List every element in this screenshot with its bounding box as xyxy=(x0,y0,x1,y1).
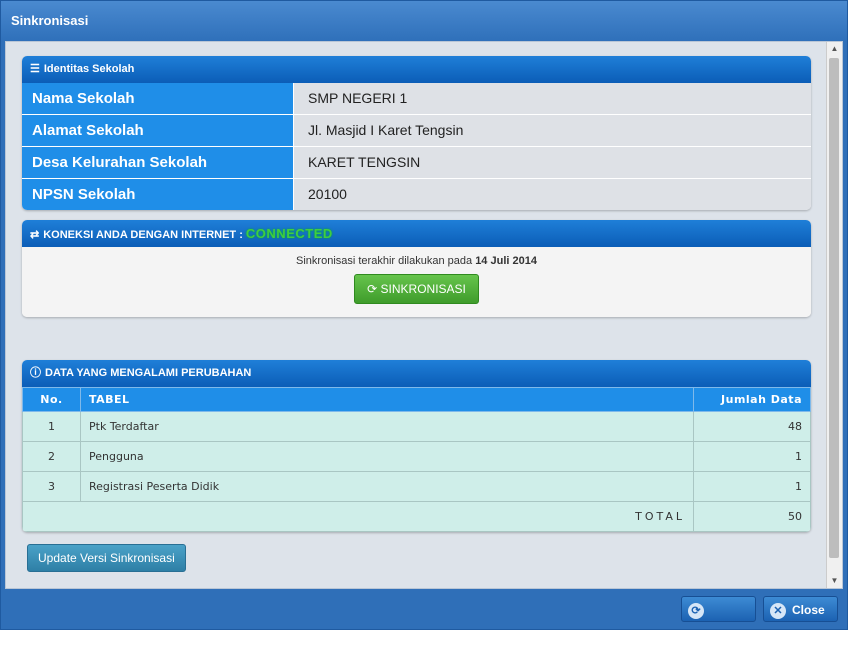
row-tabel: Ptk Terdaftar xyxy=(80,411,694,442)
vertical-scrollbar[interactable]: ▲ ▼ xyxy=(826,42,842,588)
reload-label: Reload xyxy=(688,629,729,643)
row-jumlah: 1 xyxy=(693,441,811,472)
perubahan-panel: ⓘ DATA YANG MENGALAMI PERUBAHAN No. TABEL… xyxy=(22,360,811,532)
last-sync-date: 14 Juli 2014 xyxy=(475,255,537,267)
info-label: Alamat Sekolah xyxy=(22,115,293,146)
close-label: Close xyxy=(792,603,825,617)
window-body: ☰ Identitas Sekolah Nama Sekolah SMP NEGE… xyxy=(5,41,843,589)
total-value: 50 xyxy=(693,501,811,532)
info-value: SMP NEGERI 1 xyxy=(293,83,811,114)
identitas-header: ☰ Identitas Sekolah xyxy=(22,56,811,83)
last-sync-text: Sinkronisasi terakhir dilakukan pada xyxy=(296,255,473,267)
sync-button[interactable]: ⟳ SINKRONISASI xyxy=(354,274,479,304)
sync-window: Sinkronisasi ☰ Identitas Sekolah Nama Sek… xyxy=(0,0,848,643)
last-sync-info: Sinkronisasi terakhir dilakukan pada 14 … xyxy=(22,247,811,267)
col-tabel[interactable]: TABEL xyxy=(80,387,694,412)
koneksi-header-label: KONEKSI ANDA DENGAN INTERNET : xyxy=(43,229,243,241)
identitas-panel: ☰ Identitas Sekolah Nama Sekolah SMP NEGE… xyxy=(22,56,811,210)
info-icon: ⓘ xyxy=(30,367,41,379)
info-value: Jl. Masjid I Karet Tengsin xyxy=(293,115,811,146)
info-value: KARET TENGSIN xyxy=(293,147,811,178)
info-row-alamat: Alamat Sekolah Jl. Masjid I Karet Tengsi… xyxy=(22,115,811,147)
window-footer: ⟳ Reload ✕ Close xyxy=(5,593,843,643)
total-row: TOTAL 50 xyxy=(22,501,811,532)
col-no[interactable]: No. xyxy=(22,387,81,412)
reload-icon: ⟳ xyxy=(688,602,704,619)
row-jumlah: 1 xyxy=(693,471,811,502)
scroll-down-icon[interactable]: ▼ xyxy=(827,574,842,588)
table-row[interactable]: 3 Registrasi Peserta Didik 1 xyxy=(22,471,811,502)
info-value: 20100 xyxy=(293,179,811,210)
koneksi-header: ⇄ KONEKSI ANDA DENGAN INTERNET : CONNECTE… xyxy=(22,220,811,247)
list-icon: ☰ xyxy=(30,63,40,75)
col-jumlah[interactable]: Jumlah Data xyxy=(693,387,811,412)
table-header-row: No. TABEL Jumlah Data xyxy=(22,387,811,412)
info-row-desa: Desa Kelurahan Sekolah KARET TENGSIN xyxy=(22,147,811,179)
connection-status: CONNECTED xyxy=(245,226,333,241)
koneksi-panel: ⇄ KONEKSI ANDA DENGAN INTERNET : CONNECTE… xyxy=(22,220,811,317)
row-no: 2 xyxy=(22,441,81,472)
total-label: TOTAL xyxy=(22,501,694,532)
close-icon: ✕ xyxy=(770,602,786,619)
perubahan-header-label: DATA YANG MENGALAMI PERUBAHAN xyxy=(45,367,252,379)
update-version-button[interactable]: Update Versi Sinkronisasi xyxy=(27,544,186,572)
exchange-icon: ⇄ xyxy=(30,229,40,241)
info-row-nama: Nama Sekolah SMP NEGERI 1 xyxy=(22,83,811,115)
identitas-header-label: Identitas Sekolah xyxy=(43,63,135,75)
info-label: NPSN Sekolah xyxy=(22,179,293,210)
row-tabel: Pengguna xyxy=(80,441,694,472)
perubahan-header: ⓘ DATA YANG MENGALAMI PERUBAHAN xyxy=(22,360,811,387)
table-row[interactable]: 1 Ptk Terdaftar 48 xyxy=(22,411,811,442)
scroll-up-icon[interactable]: ▲ xyxy=(827,42,842,56)
info-row-npsn: NPSN Sekolah 20100 xyxy=(22,179,811,210)
row-tabel: Registrasi Peserta Didik xyxy=(80,471,694,502)
row-jumlah: 48 xyxy=(693,411,811,442)
changes-table: No. TABEL Jumlah Data 1 Ptk Terdaftar 48… xyxy=(22,387,811,532)
info-label: Nama Sekolah xyxy=(22,83,293,114)
window-title: Sinkronisasi xyxy=(1,1,847,41)
reload-button[interactable]: ⟳ Reload xyxy=(681,596,756,643)
table-row[interactable]: 2 Pengguna 1 xyxy=(22,441,811,472)
row-no: 3 xyxy=(22,471,81,502)
sync-area: Sinkronisasi terakhir dilakukan pada 14 … xyxy=(22,247,811,317)
content-area: ☰ Identitas Sekolah Nama Sekolah SMP NEGE… xyxy=(6,42,827,588)
refresh-icon: ⟳ xyxy=(367,282,378,296)
scroll-thumb[interactable] xyxy=(829,58,839,558)
sync-button-label: SINKRONISASI xyxy=(380,282,466,296)
row-no: 1 xyxy=(22,411,81,442)
info-label: Desa Kelurahan Sekolah xyxy=(22,147,293,178)
close-button[interactable]: ✕ Close xyxy=(763,596,838,622)
